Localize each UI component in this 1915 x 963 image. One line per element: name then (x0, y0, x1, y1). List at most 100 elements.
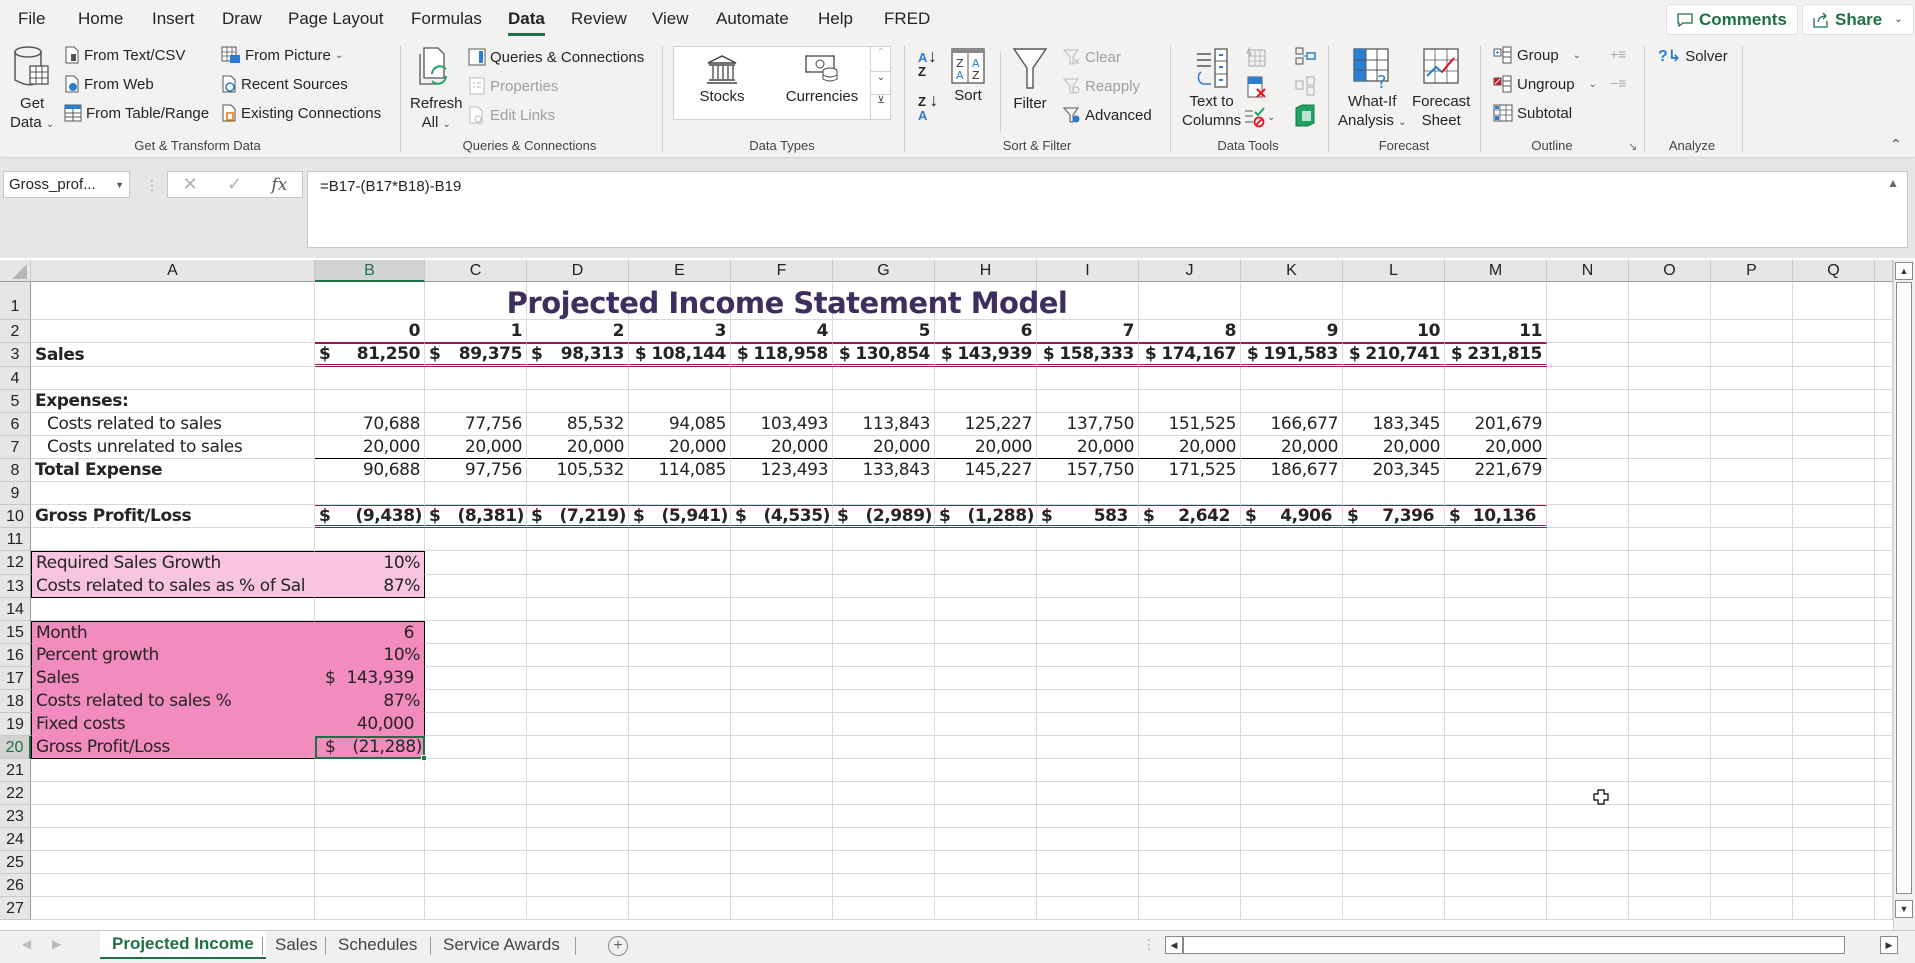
refresh-all-button[interactable]: Refresh All ⌄ (410, 44, 463, 134)
grid-cell[interactable] (1711, 782, 1793, 805)
grid-cell[interactable] (1445, 598, 1547, 621)
grid-cell[interactable] (935, 575, 1037, 598)
grid-cell[interactable] (1793, 505, 1875, 528)
get-data-button[interactable]: Get Data ⌄ (10, 44, 54, 134)
row-header-1[interactable]: 1 (0, 282, 31, 320)
grid-cell[interactable] (527, 759, 629, 782)
grid-cell[interactable] (425, 644, 527, 667)
sheet-tab-sales[interactable]: Sales (263, 931, 330, 959)
grid-cell[interactable] (1793, 459, 1875, 482)
grid-cell[interactable] (1547, 551, 1629, 575)
grid-cell[interactable] (1547, 713, 1629, 736)
grid-cell[interactable] (315, 805, 425, 828)
grid-cell[interactable] (731, 690, 833, 713)
period-header[interactable]: 4 (731, 320, 833, 343)
grid-cell[interactable] (1343, 598, 1445, 621)
grid-cell[interactable] (1875, 482, 1893, 505)
sort-z-a-button[interactable]: Z A↓ (918, 91, 938, 122)
grid-cell[interactable] (1241, 598, 1343, 621)
row-header-3[interactable]: 3 (0, 343, 31, 367)
label-costs-unrelated[interactable]: Costs unrelated to sales (31, 436, 315, 459)
grid-cell[interactable] (315, 282, 425, 320)
grid-cell[interactable] (1875, 575, 1893, 598)
grid-cell[interactable] (1445, 644, 1547, 667)
grid-cell[interactable] (425, 782, 527, 805)
grid-cell[interactable] (1793, 713, 1875, 736)
row-header-23[interactable]: 23 (0, 805, 31, 828)
column-header-D[interactable]: D (527, 260, 629, 282)
grid-cell[interactable] (1343, 874, 1445, 897)
grid-cell[interactable] (935, 690, 1037, 713)
grid-cell[interactable] (1445, 713, 1547, 736)
grid-cell[interactable] (31, 482, 315, 505)
grid-cell[interactable] (1875, 874, 1893, 897)
grid-cell[interactable] (1547, 505, 1629, 528)
grid-cell[interactable] (1241, 390, 1343, 413)
grid-cell[interactable] (315, 897, 425, 920)
grid-cell[interactable] (1037, 759, 1139, 782)
costs-unrelated-value[interactable]: 20,000 (731, 436, 833, 459)
grid-cell[interactable] (1241, 690, 1343, 713)
sort-a-z-button[interactable]: A Z↓ (918, 47, 937, 78)
grid-cell[interactable] (1629, 551, 1711, 575)
grid-cell[interactable] (1629, 459, 1711, 482)
grid-cell[interactable] (1037, 690, 1139, 713)
grid-cell[interactable] (731, 367, 833, 390)
grid-cell[interactable] (1875, 367, 1893, 390)
ungroup-button[interactable]: Ungroup ⌄ (1493, 75, 1597, 93)
total-expense-value[interactable]: 105,532 (527, 459, 629, 482)
grid-cell[interactable] (1445, 874, 1547, 897)
grid-cell[interactable] (1629, 598, 1711, 621)
grid-cell[interactable] (1629, 528, 1711, 551)
grid-cell[interactable] (1875, 459, 1893, 482)
grid-cell[interactable] (1241, 782, 1343, 805)
grid-cell[interactable] (1037, 667, 1139, 690)
grid-cell[interactable] (1793, 528, 1875, 551)
costs-related-value[interactable]: 137,750 (1037, 413, 1139, 436)
grid-cell[interactable] (1793, 551, 1875, 575)
grid-cell[interactable] (1241, 897, 1343, 920)
grid-cell[interactable] (1037, 828, 1139, 851)
grid-cell[interactable] (1875, 320, 1893, 343)
grid-cell[interactable] (1343, 621, 1445, 644)
column-header-Q[interactable]: Q (1793, 260, 1875, 282)
assumption-value[interactable]: 10% (315, 551, 425, 575)
chevron-down-icon[interactable]: ⌄ (1894, 14, 1902, 25)
grid-cell[interactable] (1629, 644, 1711, 667)
grid-cell[interactable] (1629, 621, 1711, 644)
total-expense-value[interactable]: 157,750 (1037, 459, 1139, 482)
column-header-E[interactable]: E (629, 260, 731, 282)
grid-cell[interactable] (1711, 759, 1793, 782)
collapse-formula-bar-icon[interactable]: ▲ (1887, 176, 1899, 190)
formula-bar-resize-handle[interactable]: ⋮ (145, 177, 159, 194)
grid-cell[interactable] (1445, 528, 1547, 551)
calc-label[interactable]: Percent growth (31, 644, 315, 667)
grid-cell[interactable] (1875, 644, 1893, 667)
grid-cell[interactable] (1875, 828, 1893, 851)
costs-unrelated-value[interactable]: 20,000 (833, 436, 935, 459)
calc-label[interactable]: Gross Profit/Loss (31, 736, 315, 759)
grid-cell[interactable] (1037, 390, 1139, 413)
grid-cell[interactable] (1037, 851, 1139, 874)
grid-cell[interactable] (1139, 805, 1241, 828)
grid-cell[interactable] (1037, 528, 1139, 551)
grid-cell[interactable] (629, 805, 731, 828)
grid-cell[interactable] (1139, 874, 1241, 897)
row-header-13[interactable]: 13 (0, 575, 31, 598)
costs-related-value[interactable]: 113,843 (833, 413, 935, 436)
sales-value[interactable]: $143,939 (935, 343, 1037, 367)
row-header-10[interactable]: 10 (0, 505, 31, 528)
grid-cell[interactable] (629, 575, 731, 598)
grid-cell[interactable] (1875, 528, 1893, 551)
add-sheet-icon[interactable]: + (608, 936, 628, 956)
grid-cell[interactable] (1547, 897, 1629, 920)
grid-cell[interactable] (1875, 759, 1893, 782)
row-header-2[interactable]: 2 (0, 320, 31, 343)
scroll-left-icon[interactable]: ◀ (1165, 936, 1183, 954)
grid-cell[interactable] (1343, 482, 1445, 505)
grid-cell[interactable] (1445, 367, 1547, 390)
what-if-analysis-button[interactable]: ? What-If Analysis ⌄ (1338, 46, 1406, 132)
grid-cell[interactable] (1037, 598, 1139, 621)
row-header-27[interactable]: 27 (0, 897, 31, 920)
filter-button[interactable]: Filter (1012, 46, 1048, 113)
